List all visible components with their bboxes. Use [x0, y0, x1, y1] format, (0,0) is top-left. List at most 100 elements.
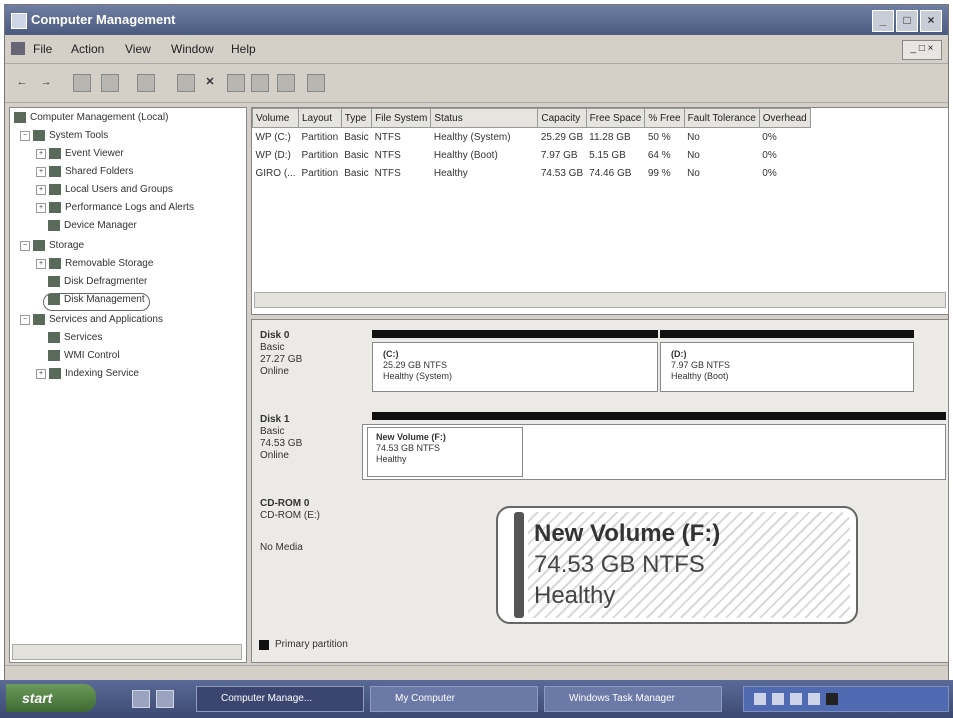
- column-header[interactable]: Overhead: [758, 108, 811, 128]
- minimize-button[interactable]: _: [872, 10, 894, 32]
- removable-storage-icon: [49, 258, 61, 269]
- graphical-disk-view: Disk 0 Basic 27.27 GB Online (C:) 25.29 …: [251, 319, 949, 663]
- new-volume-callout: New Volume (F:) 74.53 GB NTFS Healthy: [496, 506, 858, 624]
- column-header[interactable]: Type: [340, 108, 373, 128]
- taskbar-computer-management[interactable]: Computer Manage...: [196, 686, 364, 712]
- back-icon[interactable]: ←: [13, 74, 31, 92]
- menu-view[interactable]: View: [125, 42, 151, 56]
- column-header[interactable]: Layout: [298, 108, 342, 128]
- tree-item-shared-folders[interactable]: + Shared Folders: [36, 166, 133, 182]
- show-hide-tree-icon[interactable]: [101, 74, 119, 92]
- view-icon[interactable]: [277, 74, 295, 92]
- tray-volume-icon[interactable]: [772, 693, 784, 705]
- taskbar-my-computer[interactable]: My Computer: [370, 686, 538, 712]
- tree-item-root[interactable]: Computer Management (Local): [14, 112, 168, 128]
- column-header[interactable]: Free Space: [585, 108, 646, 128]
- export-icon[interactable]: [177, 74, 195, 92]
- wmi-icon: [48, 350, 60, 361]
- tree-item-device-manager[interactable]: Device Manager: [48, 220, 137, 236]
- volume-list-horizontal-scrollbar[interactable]: [254, 292, 946, 308]
- callout-volume-name: New Volume (F:): [534, 520, 721, 547]
- forward-icon[interactable]: →: [37, 74, 55, 92]
- tree-item-services[interactable]: Services: [48, 332, 102, 348]
- system-tray: [743, 686, 949, 712]
- services-icon: [48, 332, 60, 343]
- tray-network-icon[interactable]: [754, 693, 766, 705]
- computer-management-window: Computer Management _ □ × File Action Vi…: [4, 4, 949, 710]
- table-row[interactable]: WP (D:) Partition Basic NTFS Healthy (Boot) 7…: [253, 146, 811, 164]
- tree-item-system-tools[interactable]: − System Tools: [20, 130, 108, 146]
- primary-partition-label: Primary partition: [275, 639, 348, 650]
- tree-item-indexing-service[interactable]: + Indexing Service: [36, 368, 139, 384]
- primary-partition-swatch: [259, 640, 269, 650]
- disk-management-icon: [48, 294, 60, 305]
- settings-icon[interactable]: [227, 74, 245, 92]
- storage-icon: [33, 240, 45, 251]
- tree-horizontal-scrollbar[interactable]: [12, 644, 242, 660]
- tray-app-icon[interactable]: [808, 693, 820, 705]
- up-icon[interactable]: [73, 74, 91, 92]
- column-header[interactable]: Volume: [252, 108, 299, 128]
- window-title: Computer Management: [31, 12, 176, 27]
- volume-table: Volume Layout Type File System Status Ca…: [252, 108, 811, 182]
- disk-0-partition-d[interactable]: (D:) 7.97 GB NTFS Healthy (Boot): [660, 342, 914, 392]
- computer-icon: [14, 112, 26, 123]
- tree-item-wmi-control[interactable]: WMI Control: [48, 350, 120, 366]
- close-button[interactable]: ×: [920, 10, 942, 32]
- menu-help[interactable]: Help: [231, 42, 256, 56]
- tree-item-performance-logs[interactable]: + Performance Logs and Alerts: [36, 202, 194, 218]
- partition-legend: Primary partition: [251, 631, 949, 659]
- menu-action[interactable]: Action: [71, 42, 104, 56]
- maximize-button[interactable]: □: [896, 10, 918, 32]
- tree-item-disk-defragmenter[interactable]: Disk Defragmenter: [48, 276, 147, 292]
- disk-1-partition-bar: [372, 412, 946, 420]
- start-button[interactable]: start: [6, 684, 96, 712]
- defrag-icon: [48, 276, 60, 287]
- column-header[interactable]: File System: [371, 108, 432, 128]
- quicklaunch-browser-icon[interactable]: [156, 690, 174, 708]
- callout-filesystem: 74.53 GB NTFS: [534, 551, 705, 578]
- menu-bar: File Action View Window Help _ □ ×: [5, 37, 948, 61]
- disk-0-info[interactable]: Disk 0 Basic 27.27 GB Online: [260, 330, 302, 378]
- column-header[interactable]: % Free: [644, 108, 685, 128]
- shared-folder-icon: [49, 166, 61, 177]
- tree-item-removable-storage[interactable]: + Removable Storage: [36, 258, 153, 274]
- delete-icon[interactable]: ✕: [201, 74, 219, 92]
- callout-status: Healthy: [534, 582, 616, 609]
- disk-1-partition-f[interactable]: New Volume (F:) 74.53 GB NTFS Healthy: [367, 427, 523, 477]
- tray-task-manager-icon[interactable]: [826, 693, 838, 705]
- tools-icon: [33, 130, 45, 141]
- menu-file[interactable]: File: [33, 42, 52, 56]
- column-header[interactable]: Capacity: [537, 108, 587, 128]
- column-header[interactable]: Fault Tolerance: [683, 108, 760, 128]
- app-menu-icon[interactable]: [11, 42, 25, 55]
- toolbar: ← → ✕: [5, 63, 948, 103]
- cdrom-0-info[interactable]: CD-ROM 0 CD-ROM (E:) No Media: [260, 498, 320, 554]
- tree-item-disk-management[interactable]: Disk Management: [43, 293, 150, 311]
- wizard-icon[interactable]: [251, 74, 269, 92]
- tree-item-event-viewer[interactable]: + Event Viewer: [36, 148, 124, 164]
- users-icon: [49, 184, 61, 195]
- properties-icon[interactable]: [137, 74, 155, 92]
- performance-icon: [49, 202, 61, 213]
- tray-security-icon[interactable]: [790, 693, 802, 705]
- disk-0-partition-2-bar: [660, 330, 914, 338]
- partition-stripe: [514, 512, 524, 618]
- menu-window[interactable]: Window: [171, 42, 214, 56]
- computer-management-icon: [11, 13, 27, 29]
- table-row[interactable]: WP (C:) Partition Basic NTFS Healthy (System…: [253, 128, 811, 147]
- volume-list: Volume Layout Type File System Status Ca…: [251, 107, 949, 315]
- tree-item-storage[interactable]: − Storage: [20, 240, 84, 256]
- title-bar[interactable]: Computer Management _ □ ×: [5, 5, 948, 35]
- tree-item-local-users[interactable]: + Local Users and Groups: [36, 184, 173, 200]
- volume-header-row: Volume Layout Type File System Status Ca…: [252, 108, 811, 128]
- column-header[interactable]: Status: [430, 108, 539, 128]
- tree-item-services-applications[interactable]: − Services and Applications: [20, 314, 163, 330]
- taskbar-task-manager[interactable]: Windows Task Manager: [544, 686, 722, 712]
- table-row[interactable]: GIRO (... Partition Basic NTFS Healthy 74.53 …: [253, 164, 811, 182]
- help-icon[interactable]: [307, 74, 325, 92]
- disk-1-info[interactable]: Disk 1 Basic 74.53 GB Online: [260, 414, 302, 462]
- disk-0-partition-c[interactable]: (C:) 25.29 GB NTFS Healthy (System): [372, 342, 658, 392]
- quicklaunch-desktop-icon[interactable]: [132, 690, 150, 708]
- mdi-window-controls[interactable]: _ □ ×: [902, 40, 942, 60]
